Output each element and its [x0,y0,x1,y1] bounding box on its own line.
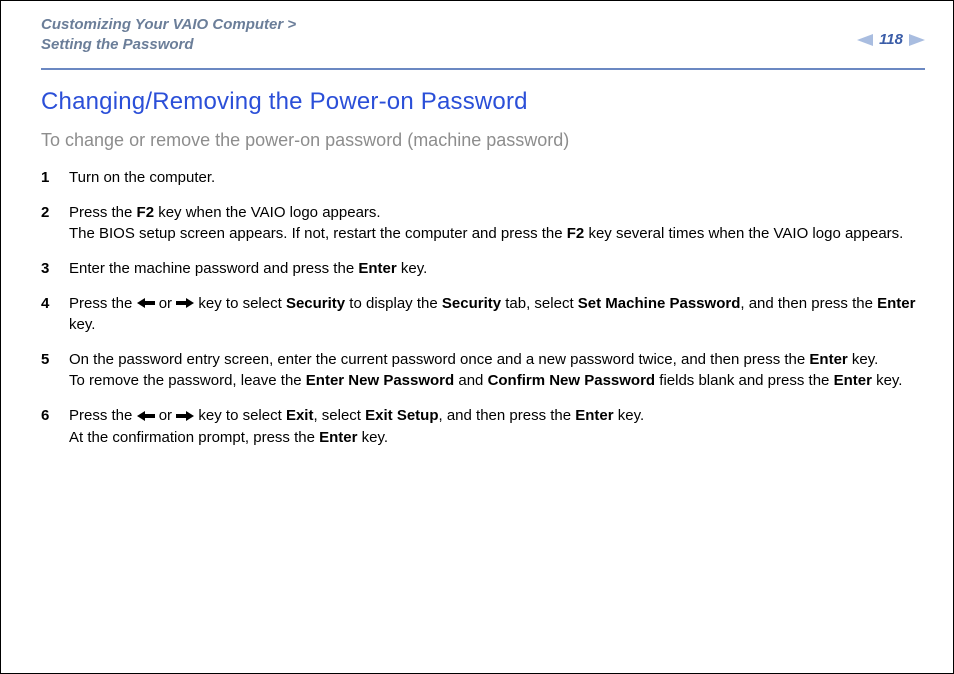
content-area: Changing/Removing the Power-on Password … [1,70,953,448]
breadcrumb-line2: Setting the Password [41,36,194,53]
arrow-right-icon [176,406,194,427]
step-item: 1 Turn on the computer. [41,167,925,188]
step-text: Press the or key to select Security to d… [69,293,925,336]
sub-heading: To change or remove the power-on passwor… [41,130,925,151]
breadcrumb-separator: > [283,16,296,33]
step-number: 1 [41,167,69,188]
step-text: Turn on the computer. [69,167,925,188]
page-number: 118 [879,31,903,48]
step-text: On the password entry screen, enter the … [69,349,925,391]
page-header: Customizing Your VAIO Computer > Setting… [1,1,953,62]
step-text: Press the F2 key when the VAIO logo appe… [69,202,925,244]
page-title: Changing/Removing the Power-on Password [41,88,925,116]
prev-page-icon[interactable] [857,34,873,46]
step-number: 5 [41,349,69,370]
arrow-left-icon [137,293,155,314]
breadcrumb-line1: Customizing Your VAIO Computer [41,16,283,33]
document-page: Customizing Your VAIO Computer > Setting… [0,0,954,674]
step-number: 6 [41,405,69,426]
arrow-right-icon [176,293,194,314]
step-number: 4 [41,293,69,314]
step-number: 3 [41,258,69,279]
next-page-icon[interactable] [909,34,925,46]
step-text: Press the or key to select Exit, select … [69,405,925,448]
step-item: 5 On the password entry screen, enter th… [41,349,925,391]
step-number: 2 [41,202,69,223]
step-text: Enter the machine password and press the… [69,258,925,279]
page-nav: 118 [857,15,925,48]
steps-list: 1 Turn on the computer. 2 Press the F2 k… [41,167,925,448]
step-item: 2 Press the F2 key when the VAIO logo ap… [41,202,925,244]
breadcrumb: Customizing Your VAIO Computer > Setting… [41,15,296,56]
step-item: 4 Press the or key to select Security to… [41,293,925,336]
step-item: 6 Press the or key to select Exit, selec… [41,405,925,448]
step-item: 3 Enter the machine password and press t… [41,258,925,279]
arrow-left-icon [137,406,155,427]
